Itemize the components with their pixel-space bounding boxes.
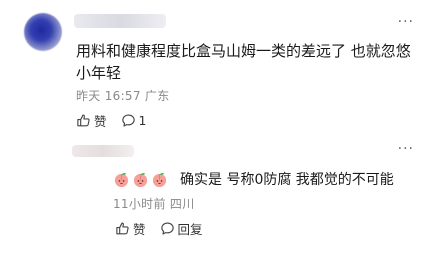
reply-location: 四川 — [169, 197, 195, 211]
comment-bubble-icon — [160, 222, 174, 235]
comment-text: 用料和健康程度比盒马山姆一类的差远了 也就忽悠小年轻 — [76, 42, 411, 82]
like-label: 赞 — [94, 114, 107, 129]
reply-actions: 赞 回复 — [115, 219, 217, 238]
peach-emoji-icon — [114, 172, 129, 187]
avatar[interactable] — [24, 13, 62, 51]
comment-meta: 昨天 16:57 广东 — [76, 87, 170, 104]
reply-time: 11小时前 — [113, 197, 166, 211]
peach-emoji-icon — [152, 172, 167, 187]
thumbs-up-icon — [116, 222, 129, 235]
reply-like-label: 赞 — [133, 222, 146, 237]
reply-username-redacted[interactable] — [72, 145, 134, 157]
reply-content: 确实是 号称0防腐 我都觉的不可能 — [113, 169, 394, 189]
reply-meta: 11小时前 四川 — [113, 195, 195, 212]
reply-like-button[interactable]: 赞 — [115, 219, 146, 238]
reply-more-options-icon[interactable]: ··· — [398, 142, 414, 156]
reply-count-button[interactable]: 1 — [121, 113, 147, 128]
reply-text: 确实是 号称0防腐 我都觉的不可能 — [180, 172, 394, 188]
thumbs-up-icon — [77, 114, 90, 127]
comment-bubble-icon — [121, 114, 135, 127]
comment-actions: 赞 1 — [76, 111, 160, 130]
peach-emoji-icon — [133, 172, 148, 187]
reply-label: 回复 — [177, 222, 203, 237]
comment-time: 昨天 16:57 — [76, 89, 141, 103]
comment-thread: ··· 用料和健康程度比盒马山姆一类的差远了 也就忽悠小年轻 昨天 16:57 … — [0, 0, 436, 264]
more-options-icon[interactable]: ··· — [398, 15, 414, 29]
reply-count: 1 — [138, 113, 147, 128]
comment-location: 广东 — [144, 89, 170, 103]
username-redacted[interactable] — [74, 14, 166, 28]
like-button[interactable]: 赞 — [76, 111, 107, 130]
reply-button[interactable]: 回复 — [160, 219, 203, 238]
